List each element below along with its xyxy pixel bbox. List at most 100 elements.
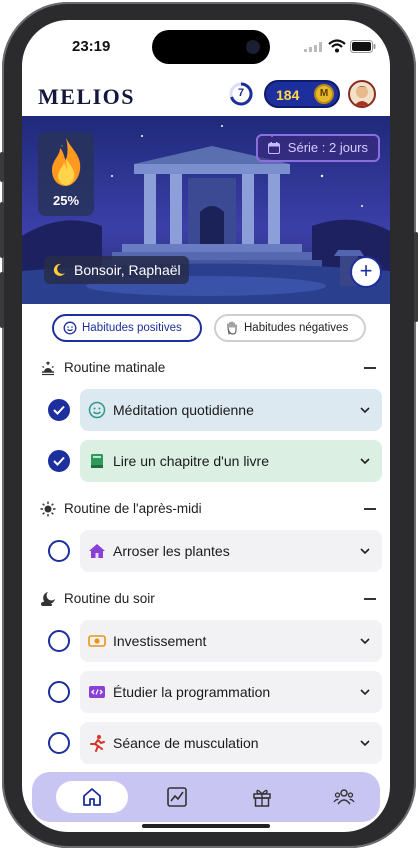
habit-checkbox[interactable] bbox=[48, 630, 70, 652]
app-logo: MELIOS bbox=[38, 84, 136, 109]
profile-avatar[interactable] bbox=[348, 80, 376, 108]
routine-header[interactable]: Routine de l'après-midi bbox=[22, 497, 390, 521]
dynamic-island bbox=[152, 30, 270, 64]
habit-row: Investissement bbox=[22, 620, 390, 662]
level-ring[interactable]: 7 bbox=[229, 82, 253, 106]
habit-checkbox[interactable] bbox=[48, 540, 70, 562]
habit-checkbox[interactable] bbox=[48, 681, 70, 703]
habit-card[interactable]: Arroser les plantes bbox=[80, 530, 382, 572]
mute-switch bbox=[0, 152, 4, 182]
tab-positive-label: Habitudes positives bbox=[82, 322, 182, 334]
flame-icon bbox=[52, 138, 81, 186]
routine-header[interactable]: Routine matinale bbox=[22, 356, 390, 380]
habit-label: Arroser les plantes bbox=[113, 543, 230, 559]
habit-row: Arroser les plantes bbox=[22, 530, 390, 572]
smile-plus-icon bbox=[63, 321, 77, 335]
check-icon bbox=[53, 405, 65, 415]
habit-row: Lire un chapitre d'un livre bbox=[22, 440, 390, 482]
routine-title: Routine du soir bbox=[64, 591, 155, 606]
moon-icon bbox=[53, 263, 65, 276]
routine-evening: Routine du soir Investissement Étudier l… bbox=[22, 587, 390, 764]
hero-banner: 25% Série : 2 jours Bonsoir, Raphaël + bbox=[22, 116, 390, 304]
tab-statistics[interactable] bbox=[155, 781, 199, 813]
home-icon bbox=[83, 788, 101, 806]
bottom-tab-bar bbox=[32, 772, 380, 822]
gift-icon bbox=[253, 789, 271, 807]
calendar-icon bbox=[267, 142, 280, 154]
chart-icon bbox=[167, 787, 187, 807]
coin-balance[interactable]: 184 M bbox=[264, 80, 340, 108]
routine-header[interactable]: Routine du soir bbox=[22, 587, 390, 611]
tab-negative-habits[interactable]: Habitudes négatives bbox=[214, 314, 366, 342]
collapse-icon[interactable] bbox=[364, 367, 376, 369]
house-icon bbox=[89, 544, 105, 558]
check-icon bbox=[53, 456, 65, 466]
collapse-icon[interactable] bbox=[364, 508, 376, 510]
level-number: 7 bbox=[237, 87, 245, 99]
status-bar: 23:19 bbox=[22, 20, 390, 72]
hand-stop-icon bbox=[227, 321, 237, 335]
avatar-character-icon bbox=[354, 86, 370, 106]
add-habit-button[interactable]: + bbox=[350, 256, 382, 288]
run-icon bbox=[90, 735, 105, 752]
greeting-text: Bonsoir, Raphaël bbox=[74, 262, 181, 278]
chevron-down-icon[interactable] bbox=[360, 406, 370, 414]
power-button bbox=[414, 232, 418, 322]
progress-percent: 25% bbox=[52, 193, 80, 208]
volume-down-button bbox=[0, 272, 4, 328]
collapse-icon[interactable] bbox=[364, 598, 376, 600]
tab-negative-label: Habitudes négatives bbox=[244, 322, 349, 334]
greeting-badge: Bonsoir, Raphaël bbox=[44, 256, 189, 284]
community-icon bbox=[333, 789, 355, 805]
habit-row: Méditation quotidienne bbox=[22, 389, 390, 431]
habit-label: Étudier la programmation bbox=[113, 684, 271, 700]
routine-afternoon: Routine de l'après-midi Arroser les plan… bbox=[22, 497, 390, 572]
habit-label: Investissement bbox=[113, 633, 207, 649]
tab-home[interactable] bbox=[56, 781, 128, 813]
streak-text: Série : 2 jours bbox=[287, 140, 368, 155]
book-icon bbox=[91, 454, 103, 468]
phone-frame: 23:19 MELIOS 7 184 M 25% Série: 2 jours… bbox=[0, 2, 418, 848]
habit-card[interactable]: Méditation quotidienne bbox=[80, 389, 382, 431]
chevron-down-icon[interactable] bbox=[360, 637, 370, 645]
habit-checkbox[interactable] bbox=[48, 399, 70, 421]
money-icon bbox=[88, 635, 106, 647]
status-time: 23:19 bbox=[72, 38, 111, 55]
habit-checkbox[interactable] bbox=[48, 732, 70, 754]
habit-type-tabs: Habitudes positives Habitudes négatives bbox=[22, 314, 390, 342]
tab-rewards[interactable] bbox=[240, 781, 284, 813]
chevron-down-icon[interactable] bbox=[360, 688, 370, 696]
smile-icon bbox=[88, 401, 106, 419]
tab-positive-habits[interactable]: Habitudes positives bbox=[52, 314, 202, 342]
habit-row: Étudier la programmation bbox=[22, 671, 390, 713]
habit-card[interactable]: Séance de musculation bbox=[80, 722, 382, 764]
home-indicator[interactable] bbox=[142, 824, 270, 828]
habit-label: Méditation quotidienne bbox=[113, 402, 254, 418]
chevron-down-icon[interactable] bbox=[360, 739, 370, 747]
chevron-down-icon[interactable] bbox=[360, 547, 370, 555]
volume-up-button bbox=[0, 202, 4, 258]
routine-morning: Routine matinale Méditation quotidienne bbox=[22, 356, 390, 482]
moon-cloud-icon bbox=[41, 592, 55, 606]
app-header: MELIOS 7 184 M bbox=[22, 76, 390, 116]
code-icon bbox=[89, 686, 105, 698]
cellular-signal-icon bbox=[304, 42, 322, 52]
habit-label: Séance de musculation bbox=[113, 735, 259, 751]
coin-count: 184 bbox=[276, 87, 300, 103]
habit-card[interactable]: Étudier la programmation bbox=[80, 671, 382, 713]
habit-card[interactable]: Investissement bbox=[80, 620, 382, 662]
sunrise-icon bbox=[42, 361, 54, 376]
streak-badge[interactable]: Série : 2 jours bbox=[255, 134, 380, 162]
app-screen: 23:19 MELIOS 7 184 M 25% Série: 2 jours… bbox=[22, 20, 390, 832]
routine-title: Routine matinale bbox=[64, 360, 166, 375]
progress-flame-card[interactable]: 25% bbox=[38, 132, 94, 216]
chevron-down-icon[interactable] bbox=[360, 457, 370, 465]
tab-community[interactable] bbox=[322, 781, 366, 813]
habit-checkbox[interactable] bbox=[48, 450, 70, 472]
habit-card[interactable]: Lire un chapitre d'un livre bbox=[80, 440, 382, 482]
coin-icon: M bbox=[314, 84, 334, 104]
routine-title: Routine de l'après-midi bbox=[64, 501, 202, 516]
battery-icon bbox=[350, 40, 376, 53]
wifi-icon bbox=[328, 39, 346, 53]
sun-icon bbox=[40, 501, 56, 517]
